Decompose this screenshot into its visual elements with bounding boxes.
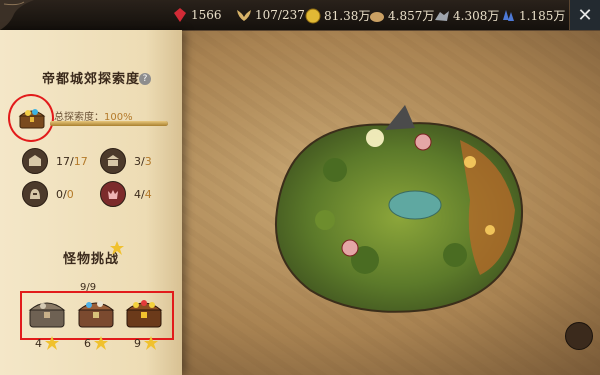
chest-highlight-circle: [8, 94, 54, 142]
stat-inn[interactable]: 17/17: [22, 148, 88, 174]
temple-icon: [100, 148, 126, 174]
close-button[interactable]: ✕: [569, 0, 600, 30]
game-screen: { "resources": [ {"name": "ruby-gem", "v…: [0, 0, 600, 375]
wings-icon: [237, 10, 251, 21]
silver-chest-icon[interactable]: [76, 296, 116, 330]
ornament-icon: [0, 0, 34, 30]
resource-bar: 1566 107/237 81.38万 4.857万 4.308万 1.185万…: [0, 0, 600, 31]
progress-bar: [50, 121, 168, 126]
resource-iron-value: 4.308万: [453, 9, 500, 23]
close-icon: ✕: [577, 4, 593, 26]
resource-gold[interactable]: 81.38万: [305, 7, 370, 24]
resource-gold-value: 81.38万: [324, 9, 371, 23]
bronze-chest-icon[interactable]: [27, 296, 67, 330]
resource-food-value: 4.857万: [388, 9, 435, 23]
stat-temple-count: 3/3: [134, 154, 152, 168]
resource-stamina[interactable]: 107/237: [236, 7, 305, 23]
suburb-map-island[interactable]: [265, 100, 535, 325]
help-icon[interactable]: ?: [139, 73, 151, 85]
stat-temple[interactable]: 3/3: [100, 148, 152, 174]
resource-stamina-value: 107/237: [255, 8, 305, 22]
bread-icon: [370, 11, 384, 22]
crystal-icon: [503, 9, 514, 21]
progress-fill: [50, 121, 168, 126]
resource-iron[interactable]: 4.308万: [434, 7, 499, 24]
ruby-gem-icon: [174, 8, 186, 22]
gold-coin-icon: [305, 8, 321, 23]
star-icon: [110, 241, 124, 255]
silver-chest-stars: 6: [84, 336, 91, 350]
resource-ruby[interactable]: 1566: [172, 7, 222, 23]
silver-chest-requirement: 6: [84, 336, 108, 350]
panel-title: 帝都城郊探索度: [41, 72, 140, 87]
stat-helmet-count: 0/0: [56, 187, 74, 201]
iron-ore-icon: [435, 10, 449, 21]
compass-button[interactable]: [565, 322, 593, 350]
inn-icon: [22, 148, 48, 174]
star-icon: [144, 336, 158, 350]
gold-chest-stars: 9: [134, 336, 141, 350]
resource-ruby-value: 1566: [191, 8, 222, 22]
stat-monster-count: 4/4: [134, 187, 152, 201]
resource-food[interactable]: 4.857万: [369, 7, 434, 24]
exploration-panel: 帝都城郊探索度 ? 总探索度：100% 17/17 3/3 0/0 4/4 怪物…: [0, 30, 182, 375]
bronze-chest-stars: 4: [35, 336, 42, 350]
monster-challenge-title: 怪物挑战: [62, 252, 119, 267]
resource-crystal[interactable]: 1.185万: [500, 7, 565, 24]
helmet-icon: [22, 181, 48, 207]
stat-inn-count: 17/17: [56, 154, 88, 168]
stat-helmet[interactable]: 0/0: [22, 181, 74, 207]
stat-monster[interactable]: 4/4: [100, 181, 152, 207]
gold-chest-requirement: 9: [134, 336, 158, 350]
gold-chest-icon[interactable]: [124, 296, 164, 330]
star-icon: [94, 336, 108, 350]
star-icon: [45, 336, 59, 350]
bronze-chest-requirement: 4: [35, 336, 59, 350]
resource-crystal-value: 1.185万: [519, 9, 566, 23]
monster-icon: [100, 181, 126, 207]
